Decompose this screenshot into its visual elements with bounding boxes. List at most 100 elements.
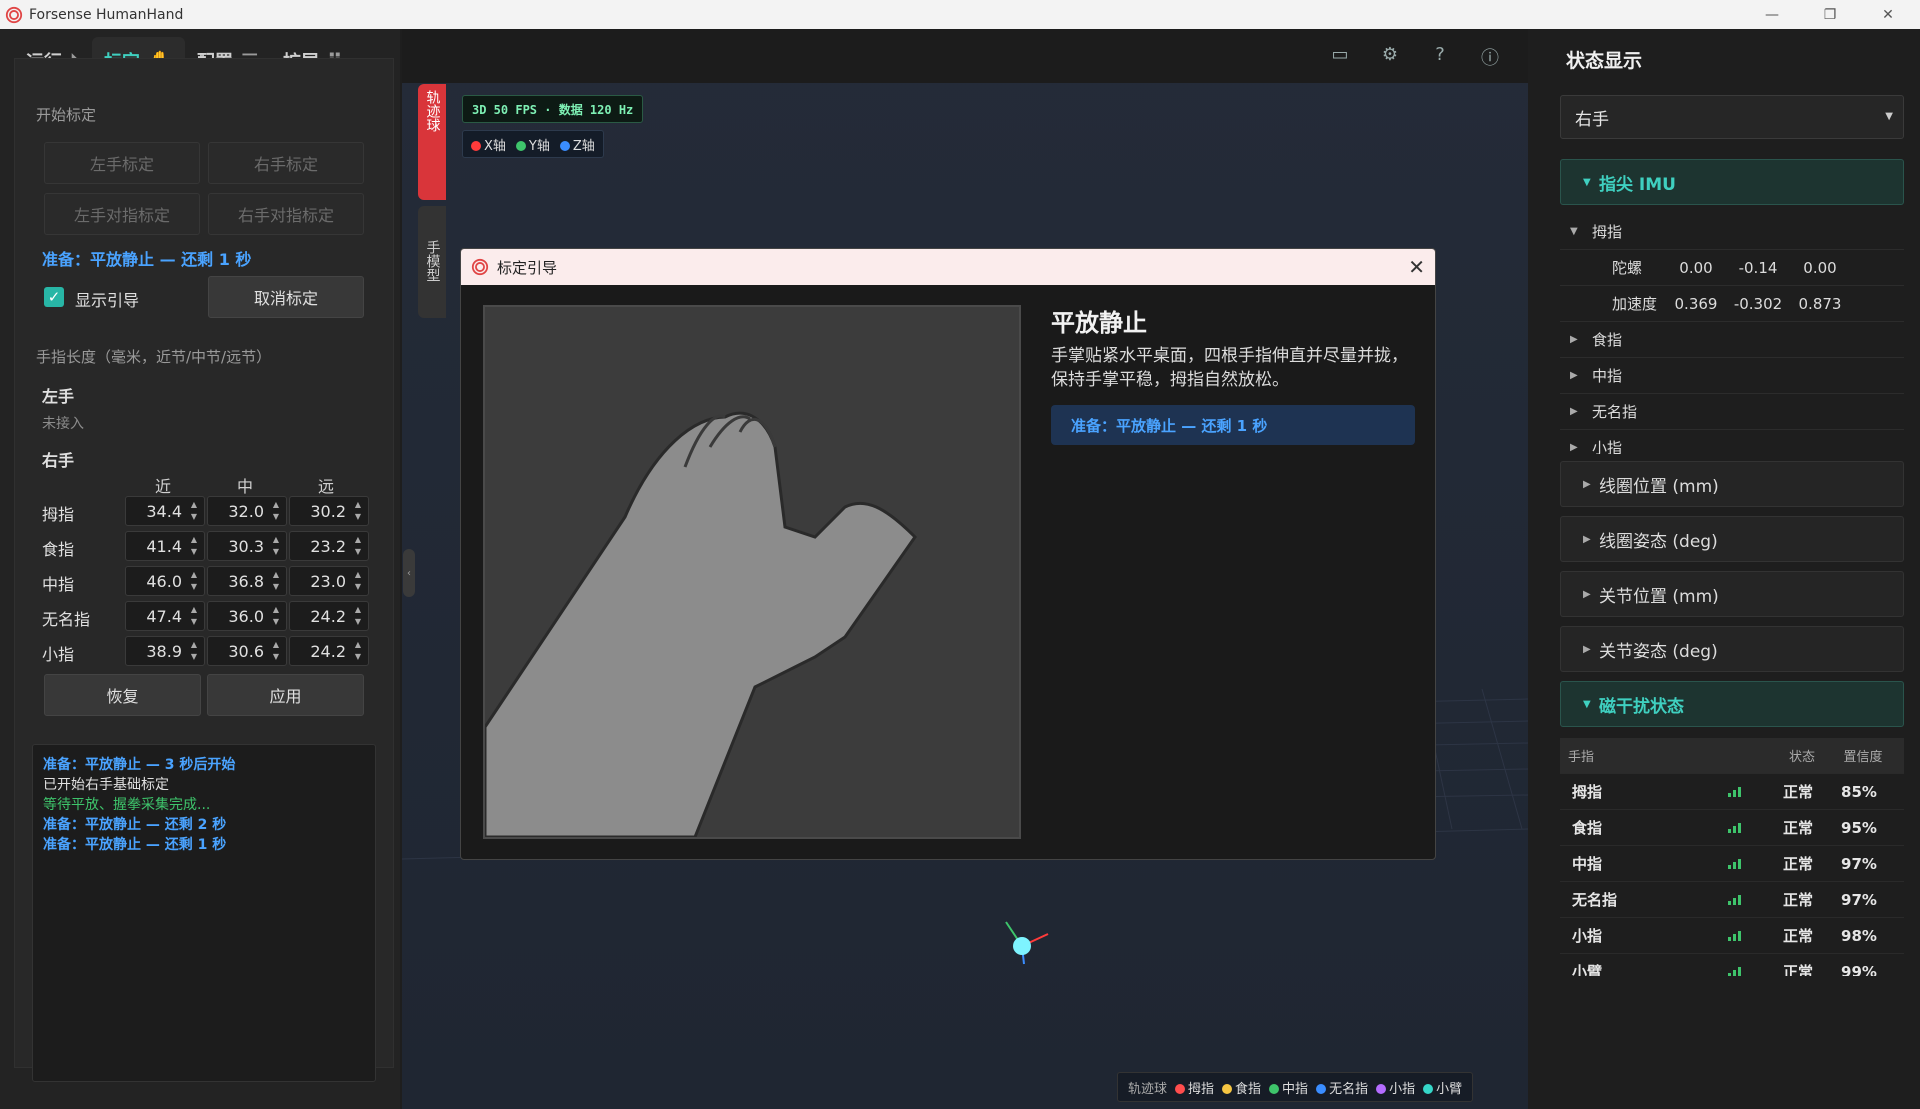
left-pinch-calibrate-button[interactable]: 左手对指标定: [44, 193, 200, 235]
finger-length-spinbox[interactable]: 30.3 ▲ ▼: [207, 531, 287, 561]
imu-section-header[interactable]: ▼ 指尖 IMU: [1560, 159, 1904, 205]
spinbox-arrows-icon[interactable]: ▲ ▼: [187, 499, 201, 523]
finger-length-spinbox[interactable]: 24.2 ▲ ▼: [289, 601, 369, 631]
apply-button[interactable]: 应用: [207, 674, 364, 716]
gyro-label: 陀螺: [1612, 259, 1643, 277]
section-joint-pose[interactable]: ▶ 关节姿态 (deg): [1560, 626, 1904, 672]
imu-item-middle[interactable]: ▶ 中指: [1560, 358, 1904, 394]
right-pinch-calibrate-button[interactable]: 右手对指标定: [208, 193, 364, 235]
spinbox-value: 23.2: [310, 537, 346, 556]
restore-button[interactable]: 恢复: [44, 674, 201, 716]
legend-label: 拇指: [1188, 1081, 1215, 1097]
axis-legend-item: Z轴: [559, 135, 595, 154]
finger-length-spinbox[interactable]: 38.9 ▲ ▼: [125, 636, 205, 666]
cancel-calibration-button[interactable]: 取消标定: [208, 276, 364, 318]
finger-length-spinbox[interactable]: 24.2 ▲ ▼: [289, 636, 369, 666]
imu-item-index[interactable]: ▶ 食指: [1560, 322, 1904, 358]
finger-length-spinbox[interactable]: 23.0 ▲ ▼: [289, 566, 369, 596]
spinbox-arrows-icon[interactable]: ▲ ▼: [269, 534, 283, 558]
legend-dot-icon: [1423, 1083, 1434, 1094]
spinbox-arrows-icon[interactable]: ▲ ▼: [351, 639, 365, 663]
right-hand-label: 右手: [42, 451, 75, 470]
side-tab-handmodel[interactable]: 手模型: [418, 206, 446, 318]
chevron-down-icon: ▼: [1583, 698, 1591, 710]
dialog-description: 手掌贴紧水平桌面，四根手指伸直并尽量并拢，保持手掌平稳，拇指自然放松。: [1051, 346, 1408, 390]
spinbox-arrows-icon[interactable]: ▲ ▼: [351, 499, 365, 523]
finger-length-spinbox[interactable]: 30.2 ▲ ▼: [289, 496, 369, 526]
spinbox-arrows-icon[interactable]: ▲ ▼: [269, 569, 283, 593]
close-window-button[interactable]: ✕: [1859, 0, 1917, 29]
window-title: Forsense HumanHand: [29, 6, 184, 23]
axis-label: X轴: [484, 138, 506, 154]
section-coil-pose[interactable]: ▶ 线圈姿态 (deg): [1560, 516, 1904, 562]
legend-dot-icon: [1316, 1083, 1327, 1094]
signal-bars-icon: [1728, 966, 1742, 976]
signal-bars-icon: [1728, 858, 1742, 869]
finger-length-spinbox[interactable]: 23.2 ▲ ▼: [289, 531, 369, 561]
legend-dot-icon: [1222, 1083, 1233, 1094]
finger-length-spinbox[interactable]: 32.0 ▲ ▼: [207, 496, 287, 526]
dialog-title: 标定引导: [497, 258, 558, 277]
axis-label: Z轴: [572, 138, 595, 154]
finger-length-spinbox[interactable]: 47.4 ▲ ▼: [125, 601, 205, 631]
spinbox-arrows-icon[interactable]: ▲ ▼: [187, 534, 201, 558]
right-hand-calibrate-button[interactable]: 右手标定: [208, 142, 364, 184]
spinbox-arrows-icon[interactable]: ▲ ▼: [351, 604, 365, 628]
fps-indicator: 3D 50 FPS · 数据 120 Hz: [462, 95, 644, 123]
mag-table: 手指 状态 置信度 拇指 正常 85% 食指 正常 95% 中指 正常 97% 无名指 正常 97% 小…: [1560, 738, 1904, 976]
imu-item-little[interactable]: ▶ 小指: [1560, 430, 1904, 454]
left-collapse-handle[interactable]: ‹: [403, 549, 415, 597]
finger-length-spinbox[interactable]: 34.4 ▲ ▼: [125, 496, 205, 526]
chevron-right-icon: ▶: [1570, 334, 1578, 345]
section-coil-position[interactable]: ▶ 线圈位置 (mm): [1560, 461, 1904, 507]
side-tab-trackball[interactable]: 轨迹球: [418, 84, 446, 200]
finger-length-spinbox[interactable]: 36.8 ▲ ▼: [207, 566, 287, 596]
spinbox-value: 36.0: [228, 607, 264, 626]
trackball-gizmo[interactable]: [1000, 920, 1060, 970]
log-line: 准备：平放静止 — 还剩 1 秒: [43, 837, 227, 853]
imu-item-ring[interactable]: ▶ 无名指: [1560, 394, 1904, 430]
mag-state: 正常: [1782, 927, 1813, 945]
spinbox-arrows-icon[interactable]: ▲ ▼: [187, 604, 201, 628]
spinbox-arrows-icon[interactable]: ▲ ▼: [351, 569, 365, 593]
spinbox-arrows-icon[interactable]: ▲ ▼: [351, 534, 365, 558]
spinbox-arrows-icon[interactable]: ▲ ▼: [269, 499, 283, 523]
finger-row-label: 无名指: [42, 610, 91, 629]
signal-bars-icon: [1728, 930, 1742, 941]
mag-table-row: 食指 正常 95%: [1560, 810, 1904, 846]
spinbox-arrows-icon[interactable]: ▲ ▼: [187, 569, 201, 593]
help-icon[interactable]: ?: [1428, 44, 1452, 68]
finger-length-spinbox[interactable]: 46.0 ▲ ▼: [125, 566, 205, 596]
imu-tree: ▼ 拇指 陀螺 0.00 -0.14 0.00 加速度 0.369 -0.302…: [1560, 214, 1904, 454]
log-line: 等待平放、握拳采集完成...: [43, 797, 211, 813]
gyro-y: -0.14: [1738, 258, 1778, 277]
calibration-section-title: 开始标定: [36, 106, 97, 124]
gear-icon[interactable]: ⚙: [1378, 44, 1402, 68]
finger-length-spinbox[interactable]: 41.4 ▲ ▼: [125, 531, 205, 561]
spinbox-arrows-icon[interactable]: ▲ ▼: [269, 604, 283, 628]
show-guide-checkbox[interactable]: ✓: [44, 287, 64, 307]
info-icon[interactable]: ⓘ: [1478, 44, 1502, 69]
dialog-close-button[interactable]: ✕: [1408, 255, 1425, 279]
screen-record-icon[interactable]: ▭: [1328, 44, 1352, 68]
maximize-button[interactable]: ❐: [1801, 0, 1859, 29]
legend-label: 中指: [1282, 1081, 1309, 1097]
spinbox-value: 46.0: [146, 572, 182, 591]
spinbox-arrows-icon[interactable]: ▲ ▼: [187, 639, 201, 663]
mag-conf: 97%: [1841, 854, 1877, 873]
mag-table-row: 小臂 正常 99%: [1560, 954, 1904, 976]
mag-section-header[interactable]: ▼ 磁干扰状态: [1560, 681, 1904, 727]
chevron-down-icon: ▼: [1885, 111, 1893, 122]
section-joint-position[interactable]: ▶ 关节位置 (mm): [1560, 571, 1904, 617]
finger-length-spinbox[interactable]: 30.6 ▲ ▼: [207, 636, 287, 666]
legend-label: 食指: [1235, 1081, 1262, 1097]
section-label: 关节位置 (mm): [1599, 586, 1719, 607]
spinbox-arrows-icon[interactable]: ▲ ▼: [269, 639, 283, 663]
hand-select[interactable]: 右手 ▼: [1560, 95, 1904, 139]
axis-label: Y轴: [528, 138, 550, 154]
minimize-button[interactable]: —: [1743, 0, 1801, 29]
left-hand-calibrate-button[interactable]: 左手标定: [44, 142, 200, 184]
finger-length-spinbox[interactable]: 36.0 ▲ ▼: [207, 601, 287, 631]
left-hand-label: 左手: [42, 387, 75, 406]
imu-item-thumb[interactable]: ▼ 拇指: [1560, 214, 1904, 250]
